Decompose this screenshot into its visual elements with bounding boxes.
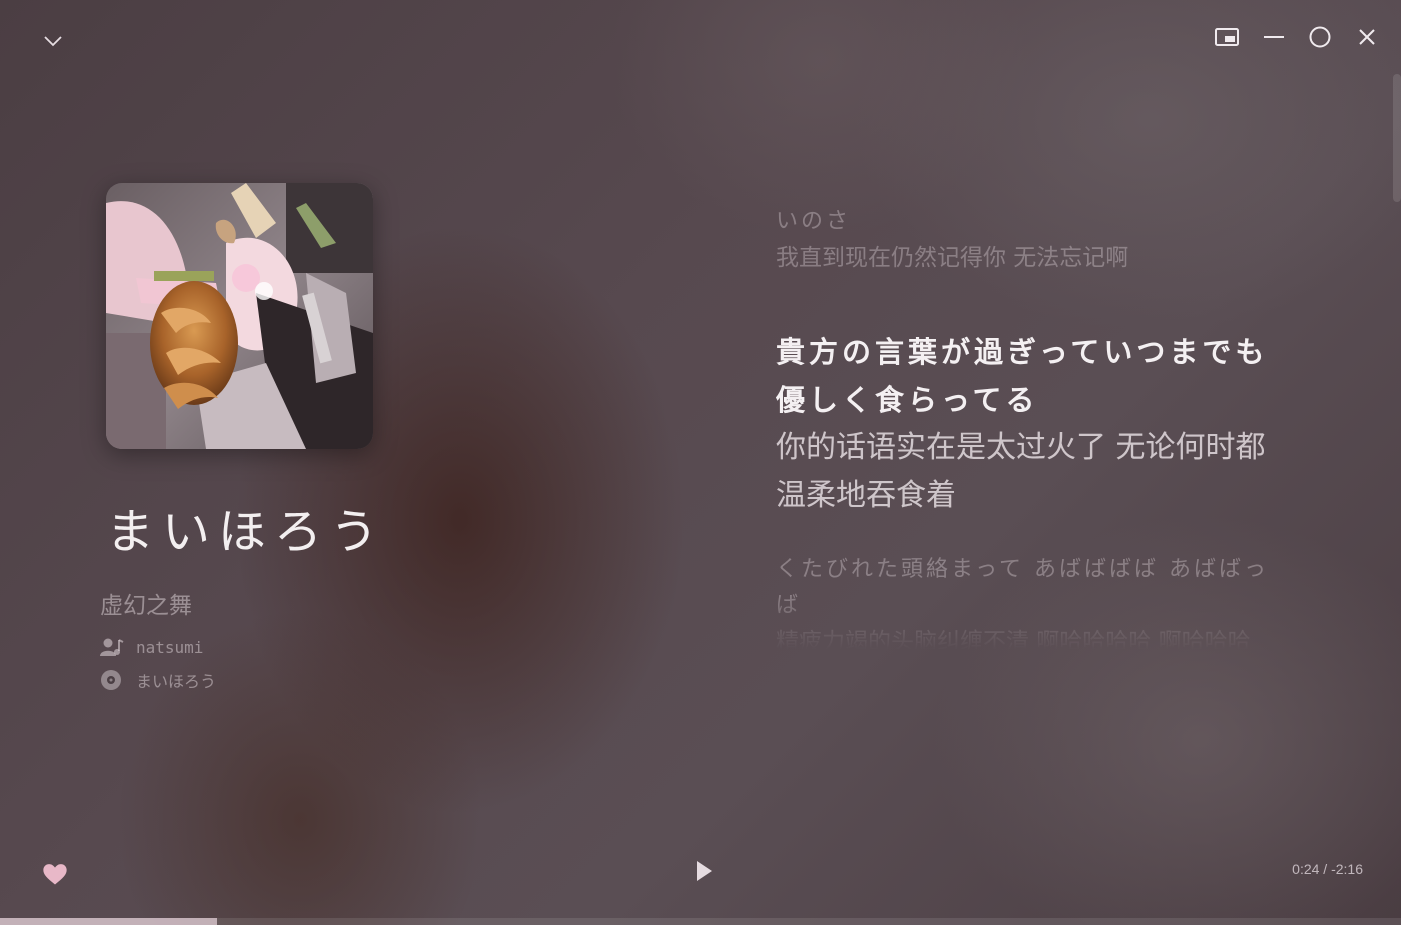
close-icon: [1359, 29, 1375, 45]
song-subtitle: 虚幻之舞: [100, 593, 192, 619]
lyric-line[interactable]: いのさ 我直到现在仍然记得你 无法忘记啊: [776, 204, 1276, 276]
maximize-button[interactable]: [1303, 22, 1337, 52]
lyric-original: いのさ: [776, 209, 852, 234]
artist-name[interactable]: natsumi: [136, 638, 203, 657]
maximize-icon: [1309, 26, 1331, 48]
album-disc-icon: [100, 669, 124, 691]
picture-in-picture-button[interactable]: [1210, 22, 1244, 52]
lyric-line-current[interactable]: 貴方の言葉が過ぎっていつまでも優しく食らってる 你的话语实在是太过火了 无论何时…: [776, 328, 1276, 520]
scrollbar-thumb[interactable]: [1393, 74, 1401, 202]
album-row[interactable]: まいほろう: [100, 668, 216, 692]
album-cover: [106, 183, 373, 449]
heart-icon: [43, 864, 67, 885]
minimize-icon: [1264, 36, 1284, 38]
artist-icon: [100, 636, 124, 658]
song-title: まいほろう: [106, 504, 387, 560]
lyric-translation: 我直到现在仍然记得你 无法忘记啊: [776, 245, 1129, 271]
chevron-down-icon: [44, 36, 62, 47]
lyrics-panel[interactable]: いのさ 我直到现在仍然记得你 无法忘记啊 貴方の言葉が過ぎっていつまでも優しく食…: [776, 190, 1276, 650]
like-button[interactable]: [41, 860, 69, 888]
play-icon: [697, 861, 712, 881]
progress-bar[interactable]: [0, 918, 1401, 925]
album-name[interactable]: まいほろう: [136, 668, 216, 692]
collapse-button[interactable]: [36, 26, 70, 56]
progress-fill: [0, 918, 218, 925]
lyric-original: くたびれた頭絡まって あばばばば あばばっば: [776, 557, 1270, 618]
time-display: 0:24 / -2:16: [1292, 861, 1363, 877]
minimize-button[interactable]: [1257, 22, 1291, 52]
picture-in-picture-icon: [1215, 28, 1239, 46]
lyric-original: 貴方の言葉が過ぎっていつまでも優しく食らってる: [776, 335, 1269, 417]
close-button[interactable]: [1350, 22, 1384, 52]
artist-row[interactable]: natsumi: [100, 636, 203, 658]
lyric-translation: 你的话语实在是太过火了 无论何时都温柔地吞食着: [776, 430, 1266, 513]
lyric-translation: 精疲力竭的头脑纠缠不清 啊哈哈哈哈 啊哈哈哈: [776, 629, 1251, 650]
lyric-line[interactable]: くたびれた頭絡まって あばばばば あばばっば 精疲力竭的头脑纠缠不清 啊哈哈哈哈…: [776, 552, 1276, 650]
play-button[interactable]: [690, 856, 718, 886]
